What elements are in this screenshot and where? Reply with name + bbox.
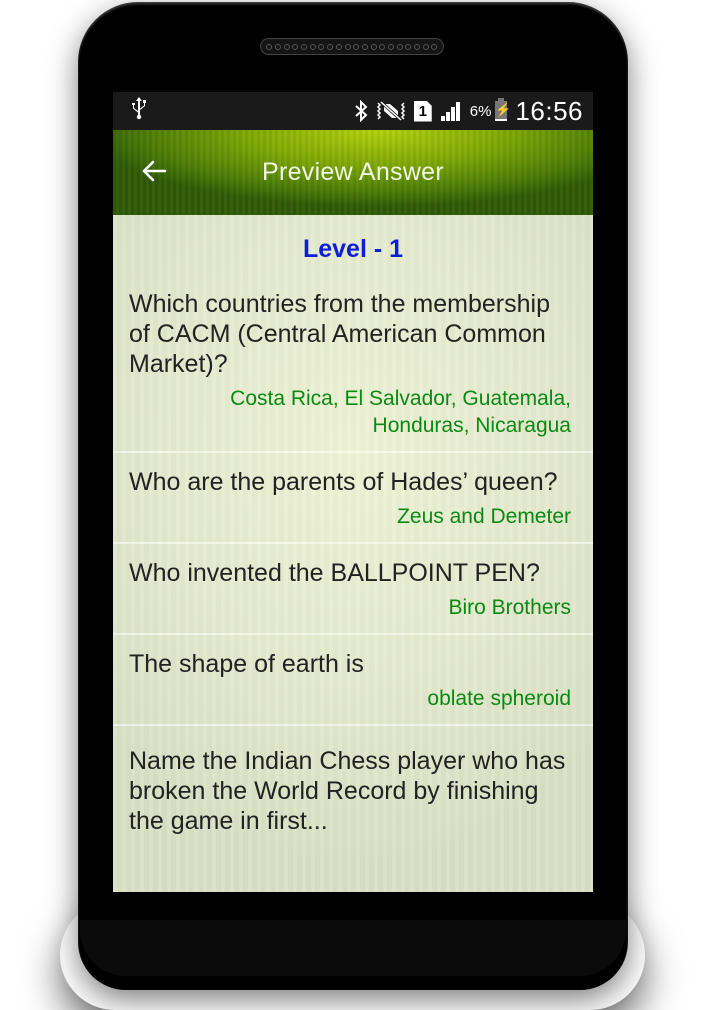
signal-icon <box>440 100 462 122</box>
answer-text: Biro Brothers <box>448 596 571 619</box>
clock: 16:56 <box>515 95 583 126</box>
list-item: Who are the parents of Hades’ queen? Zeu… <box>113 453 593 544</box>
list-item: Name the Indian Chess player who has bro… <box>113 726 593 848</box>
answer-list[interactable]: Level - 1 Which countries from the membe… <box>113 215 593 892</box>
question-text: Who invented the BALLPOINT PEN? <box>129 559 540 587</box>
question-text: The shape of earth is <box>129 650 364 678</box>
page-title: Preview Answer <box>261 158 445 186</box>
answer-text: Zeus and Demeter <box>397 505 571 528</box>
list-item: Who invented the BALLPOINT PEN? Biro Bro… <box>113 544 593 635</box>
usb-icon <box>131 96 151 126</box>
question-text: Name the Indian Chess player who has bro… <box>129 747 566 835</box>
app-bar: Preview Answer <box>113 130 593 215</box>
vibrate-silent-icon <box>376 100 406 122</box>
answer-text: oblate spheroid <box>427 687 571 710</box>
answer-text: Costa Rica, El Salvador, Guatemala, Hond… <box>230 387 571 437</box>
sim-1-icon: 1 <box>413 100 432 122</box>
arrow-left-icon <box>142 160 167 182</box>
list-item: The shape of earth is oblate spheroid <box>113 635 593 726</box>
back-button[interactable] <box>139 156 171 188</box>
phone-chin <box>80 920 626 976</box>
list-item: Which countries from the membership of C… <box>113 275 593 453</box>
screen: 1 6% ⚡ 16:56 Preview Answer Level - 1 Wh… <box>113 92 593 892</box>
speaker-grille <box>260 38 444 55</box>
battery-charging-icon: ⚡ <box>495 98 512 121</box>
bluetooth-icon <box>354 100 368 122</box>
battery-percent: 6% <box>469 102 492 120</box>
question-text: Which countries from the membership of C… <box>129 290 550 378</box>
level-heading: Level - 1 <box>302 235 404 263</box>
status-bar: 1 6% ⚡ 16:56 <box>113 92 593 130</box>
question-text: Who are the parents of Hades’ queen? <box>129 468 558 496</box>
